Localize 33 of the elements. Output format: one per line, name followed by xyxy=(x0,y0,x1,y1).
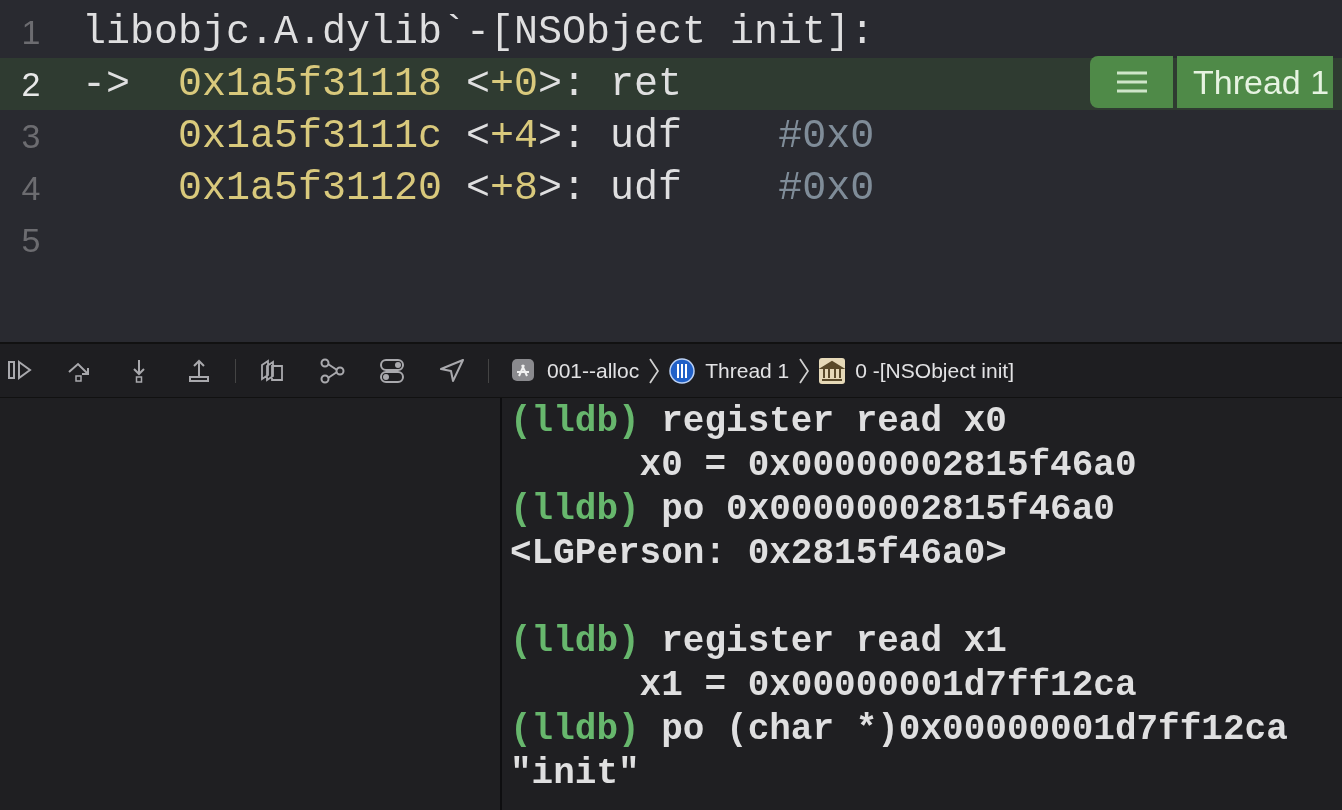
line-number: 1 xyxy=(20,12,42,52)
code-line: 0x1a5f31120 <+8>: udf #0x0 xyxy=(178,165,875,211)
breadcrumb-item[interactable]: Thread 1 xyxy=(705,358,790,383)
console-line: (lldb) register read x1 xyxy=(510,621,1007,662)
app-icon xyxy=(511,357,537,384)
code-line: 0x1a5f31118 <+0>: ret xyxy=(178,61,683,107)
chevron-icon xyxy=(649,357,660,384)
console-line: (lldb) register read x0 xyxy=(510,401,1007,442)
console-line: x1 = 0x00000001d7ff12ca xyxy=(638,665,1137,706)
code-line: libobjc.A.dylib`-[NSObject init]: xyxy=(81,9,875,55)
console-line: <LGPerson: 0x2815f46a0> xyxy=(510,533,1007,574)
menu-icon xyxy=(1115,71,1148,93)
line-number: 4 xyxy=(20,168,42,208)
console-line: "init" xyxy=(510,753,640,794)
bank-icon xyxy=(819,357,846,384)
breadcrumb-item[interactable]: 0 -[NSObject init] xyxy=(855,358,1014,383)
current-instruction-arrow: -> xyxy=(82,61,130,107)
thread-icon xyxy=(669,357,696,384)
chevron-icon xyxy=(799,357,810,384)
code-line: 0x1a5f3111c <+4>: udf #0x0 xyxy=(178,113,875,159)
console-line: (lldb) po 0x00000002815f46a0 xyxy=(510,489,1115,530)
breadcrumb-item[interactable]: 001--alloc xyxy=(547,358,640,383)
line-number: 5 xyxy=(20,220,42,260)
switches-icon[interactable] xyxy=(378,357,406,384)
console-line: (lldb) po (char *)0x00000001d7ff12ca xyxy=(510,709,1288,750)
line-number: 2 xyxy=(20,64,42,104)
line-number: 3 xyxy=(20,116,42,156)
console-line: x0 = 0x00000002815f46a0 xyxy=(638,445,1137,486)
thread-badge[interactable]: Thread 1 xyxy=(1177,56,1334,108)
location-icon[interactable] xyxy=(438,357,466,384)
layers-icon[interactable] xyxy=(258,357,286,384)
graph-icon[interactable] xyxy=(318,357,346,384)
menu-button[interactable] xyxy=(1090,56,1173,108)
